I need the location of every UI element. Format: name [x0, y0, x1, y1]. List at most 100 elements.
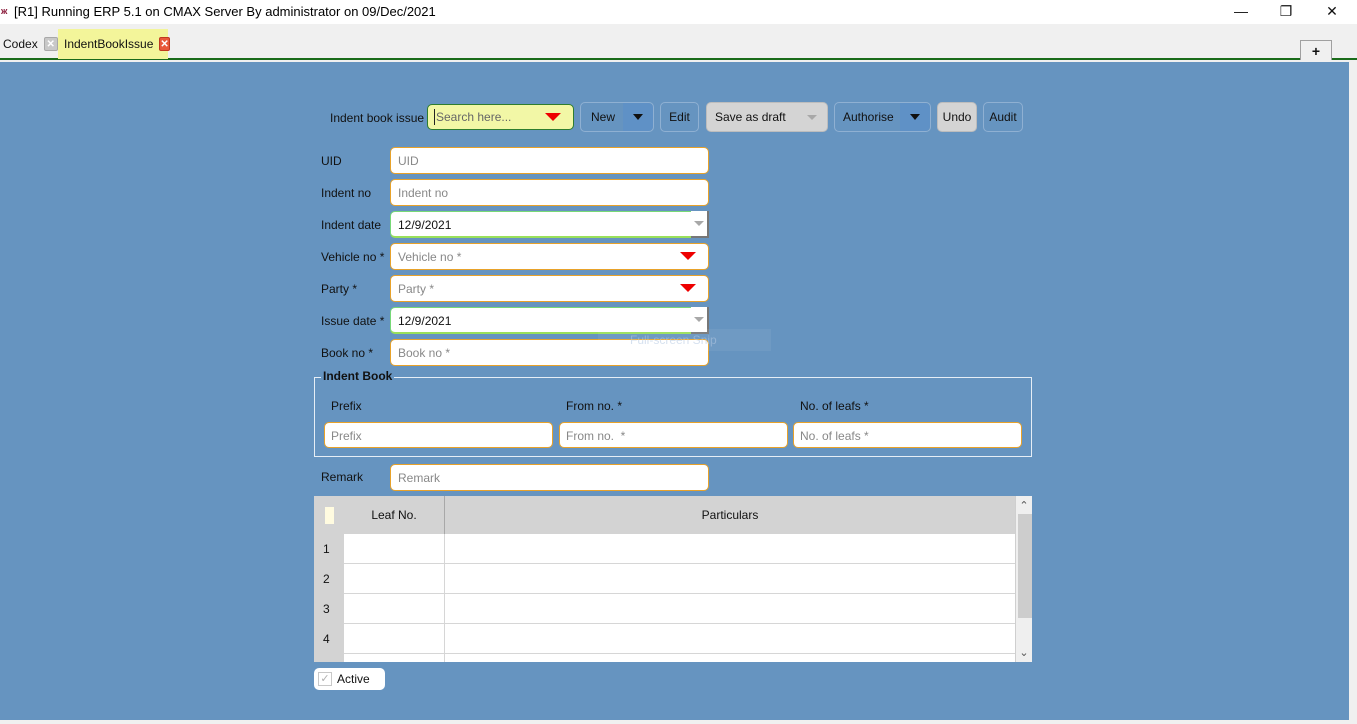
row-number: 2 [314, 564, 344, 594]
remark-input[interactable] [398, 470, 668, 486]
leaf-no-cell[interactable] [344, 624, 444, 653]
leaf-no-cell[interactable] [344, 594, 444, 623]
row-number [314, 654, 344, 662]
book-no-label: Book no * [321, 346, 374, 360]
chevron-down-icon[interactable] [807, 115, 817, 120]
minimize-button[interactable]: — [1218, 0, 1264, 22]
prefix-input[interactable] [331, 428, 531, 444]
prefix-label: Prefix [331, 399, 362, 413]
table-row[interactable]: 4 [314, 624, 1015, 654]
from-no-field[interactable] [559, 422, 788, 448]
row-number: 3 [314, 594, 344, 624]
close-tab-icon[interactable]: ✕ [43, 37, 58, 51]
column-header-leaf-no[interactable]: Leaf No. [344, 496, 444, 534]
indent-book-group: Indent Book Prefix From no. * No. of lea… [314, 369, 1032, 457]
indent-no-input[interactable] [398, 185, 668, 201]
indent-no-field[interactable] [390, 179, 709, 206]
remark-label: Remark [321, 470, 364, 484]
save-as-draft-button[interactable]: Save as draft [706, 102, 828, 132]
table-row[interactable]: 1 [314, 534, 1015, 564]
scrollbar-thumb[interactable] [1018, 514, 1032, 618]
window-title: [R1] Running ERP 5.1 on CMAX Server By a… [14, 4, 436, 19]
undo-label: Undo [942, 110, 972, 124]
dropdown-arrow-icon[interactable] [680, 284, 696, 292]
vehicle-no-input[interactable] [398, 249, 668, 265]
particulars-cell[interactable] [444, 654, 1015, 662]
indent-date-picker[interactable] [390, 211, 709, 238]
checkmark-icon[interactable]: ✓ [318, 672, 332, 686]
audit-button[interactable]: Audit [983, 102, 1023, 132]
app-icon: ж [1, 6, 8, 16]
indent-no-label: Indent no [321, 186, 372, 200]
edit-button-label: Edit [669, 110, 690, 124]
tab-label: IndentBookIssue [64, 37, 154, 51]
particulars-cell[interactable] [444, 624, 1015, 653]
leaf-no-cell[interactable] [344, 654, 444, 662]
particulars-cell[interactable] [444, 534, 1015, 563]
issue-date-label: Issue date * [321, 314, 385, 328]
issue-date-input[interactable] [398, 313, 668, 329]
uid-label: UID [321, 154, 342, 168]
vehicle-no-label: Vehicle no * [321, 250, 385, 264]
add-tab-button[interactable]: + [1300, 40, 1332, 60]
tab-codex[interactable]: Codex ✕ [0, 29, 62, 59]
uid-input[interactable] [398, 153, 668, 169]
new-button[interactable]: New [580, 102, 654, 132]
authorise-label: Authorise [843, 110, 894, 124]
new-dropdown-toggle[interactable] [623, 103, 653, 131]
table-row-partial[interactable] [314, 654, 1015, 662]
close-icon: ✕ [1326, 2, 1338, 19]
close-tab-icon[interactable]: ✕ [159, 37, 170, 51]
dropdown-arrow-icon[interactable] [545, 113, 561, 121]
row-number: 4 [314, 624, 344, 654]
authorise-button[interactable]: Authorise [834, 102, 931, 132]
no-of-leafs-field[interactable] [793, 422, 1022, 448]
column-header-particulars[interactable]: Particulars [444, 496, 1015, 534]
date-dropdown-button[interactable] [691, 211, 709, 238]
close-window-button[interactable]: ✕ [1309, 0, 1355, 22]
particulars-cell[interactable] [444, 594, 1015, 623]
indent-date-label: Indent date [321, 218, 382, 232]
maximize-button[interactable]: ❐ [1263, 0, 1309, 22]
leaf-no-cell[interactable] [344, 564, 444, 593]
chevron-down-icon [633, 114, 643, 120]
prefix-field[interactable] [324, 422, 553, 448]
select-all-cell[interactable] [325, 507, 334, 524]
form-panel: Indent book issue New Edit Save as draft… [0, 62, 1349, 720]
edit-button[interactable]: Edit [660, 102, 699, 132]
particulars-cell[interactable] [444, 564, 1015, 593]
authorise-dropdown-toggle[interactable] [900, 103, 930, 131]
save-as-draft-label: Save as draft [715, 110, 786, 124]
active-checkbox[interactable]: ✓ Active [314, 668, 385, 690]
from-no-input[interactable] [566, 428, 766, 444]
grid-vertical-scrollbar[interactable]: ⌃ ⌄ [1015, 496, 1032, 662]
party-combobox[interactable] [390, 275, 709, 302]
leaf-grid: Leaf No. Particulars 1 2 3 4 ⌃ ⌄ [314, 496, 1032, 662]
dropdown-arrow-icon[interactable] [680, 252, 696, 260]
search-combobox[interactable] [427, 104, 574, 130]
scroll-up-icon[interactable]: ⌃ [1016, 498, 1032, 514]
tab-indent-book-issue[interactable]: IndentBookIssue ✕ [58, 29, 170, 59]
table-row[interactable]: 3 [314, 594, 1015, 624]
audit-label: Audit [989, 110, 1017, 124]
tab-strip: Codex ✕ IndentBookIssue ✕ + [0, 24, 1357, 60]
new-button-label: New [591, 110, 616, 124]
title-bar: ж [R1] Running ERP 5.1 on CMAX Server By… [0, 0, 1357, 24]
chevron-down-icon [910, 114, 920, 120]
leaf-no-cell[interactable] [344, 534, 444, 563]
indent-date-input[interactable] [398, 217, 668, 233]
active-label: Active [337, 672, 370, 686]
uid-field[interactable] [390, 147, 709, 174]
party-input[interactable] [398, 281, 668, 297]
row-number: 1 [314, 534, 344, 564]
grid-header: Leaf No. Particulars [314, 496, 1015, 534]
search-input[interactable] [434, 109, 544, 125]
no-of-leafs-input[interactable] [800, 428, 1000, 444]
tab-label: Codex [3, 37, 38, 51]
undo-button[interactable]: Undo [937, 102, 977, 132]
scroll-down-icon[interactable]: ⌄ [1016, 645, 1032, 661]
remark-field[interactable] [390, 464, 709, 491]
table-row[interactable]: 2 [314, 564, 1015, 594]
vehicle-no-combobox[interactable] [390, 243, 709, 270]
chevron-down-icon [694, 221, 704, 226]
